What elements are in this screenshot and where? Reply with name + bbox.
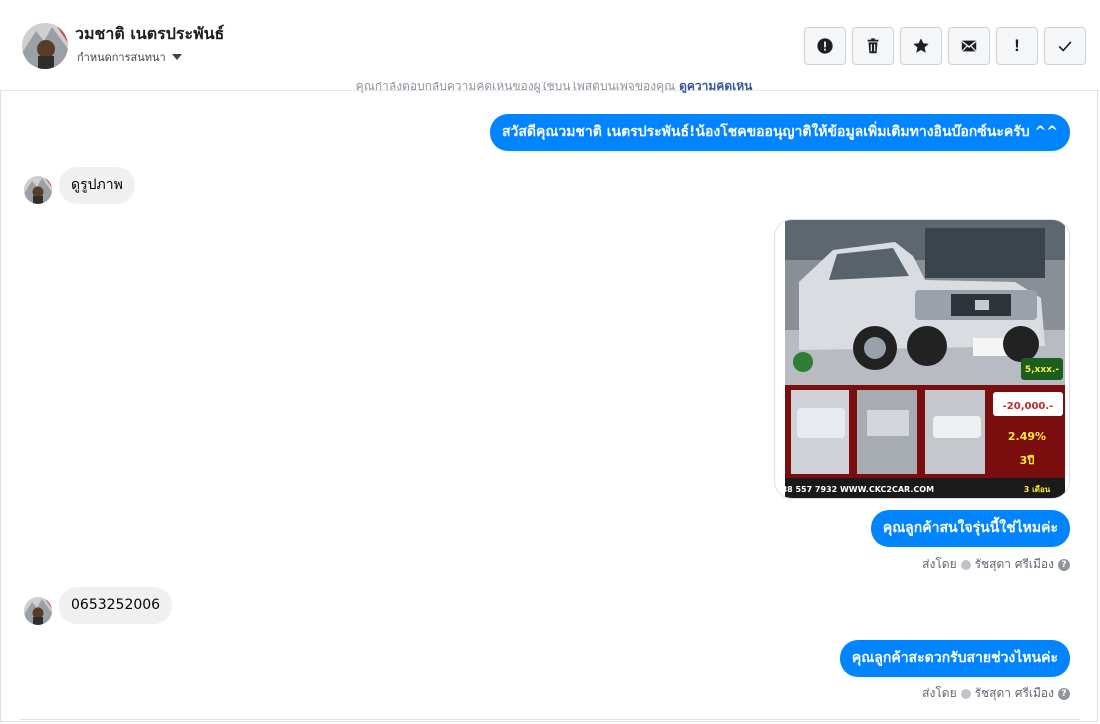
- trash-icon: [867, 38, 879, 54]
- message-bubble-incoming[interactable]: 0653252006: [59, 587, 173, 624]
- comment-reply-notice: คุณกำลังตอบกลับความคิดเห็นของผู้ใช้บนโพส…: [0, 82, 1100, 93]
- sent-by-agent[interactable]: รัชสุดา ศรีเมือง: [975, 684, 1054, 703]
- star-button[interactable]: [900, 27, 942, 65]
- composer-divider: [20, 719, 1080, 720]
- page-check-icon: [960, 688, 971, 699]
- promo-phone-site: 088 557 7932 WWW.CKC2CAR.COM: [776, 485, 934, 494]
- promo-rate: 2.49%: [1008, 430, 1046, 443]
- message-bubble-outgoing[interactable]: คุณลูกค้าสนใจรุ่นนี้ใช่ไหมค่ะ: [870, 510, 1070, 547]
- conversation-header: วมชาติ เนตรประพันธ์ กำหนดการสนทนา !: [0, 0, 1100, 91]
- message-bubble-outgoing[interactable]: คุณลูกค้าสะดวกรับสายช่วงไหนค่ะ: [839, 640, 1070, 677]
- conversation-label-text: กำหนดการสนทนา: [77, 51, 166, 64]
- mark-unread-button[interactable]: [948, 27, 990, 65]
- important-button[interactable]: !: [996, 27, 1038, 65]
- conversation-toolbar: !: [804, 27, 1086, 65]
- contact-avatar-small[interactable]: [24, 176, 52, 204]
- conversation-label-dropdown[interactable]: กำหนดการสนทนา: [77, 48, 182, 66]
- car-promo-image: 5,xxx.- -20,000.- 2.49% 3ปี 088 557 7932…: [775, 220, 1069, 498]
- contact-avatar[interactable]: [22, 23, 68, 69]
- contact-name[interactable]: วมชาติ เนตรประพันธ์: [75, 22, 224, 47]
- message-bubble-incoming[interactable]: ดูรูปภาพ: [59, 167, 135, 204]
- sent-by-agent[interactable]: รัชสุดา ศรีเมือง: [975, 555, 1054, 574]
- caret-down-icon: [171, 54, 182, 60]
- report-spam-button[interactable]: [804, 27, 846, 65]
- promo-installment: 3ปี: [1020, 454, 1035, 467]
- star-icon: [913, 38, 929, 53]
- mark-done-button[interactable]: [1044, 27, 1086, 65]
- promo-free-months: 3 เดือน: [1024, 484, 1051, 494]
- page-check-icon: [960, 559, 971, 570]
- sent-by-prefix: ส่งโดย: [922, 557, 957, 571]
- sent-by-info: ส่งโดย รัชสุดา ศรีเมือง ?: [922, 555, 1070, 574]
- view-comment-link[interactable]: ดูความคิดเห็น: [679, 82, 752, 93]
- image-attachment[interactable]: 5,xxx.- -20,000.- 2.49% 3ปี 088 557 7932…: [774, 219, 1070, 499]
- help-icon[interactable]: ?: [1058, 558, 1070, 571]
- contact-avatar-small[interactable]: [24, 597, 52, 625]
- envelope-icon: [961, 40, 977, 52]
- exclamation-icon: !: [1014, 36, 1020, 55]
- promo-discount: -20,000.-: [1003, 401, 1054, 412]
- alert-circle-icon: [817, 38, 833, 54]
- promo-price: 5,xxx.-: [1025, 365, 1060, 375]
- notice-text: คุณกำลังตอบกลับความคิดเห็นของผู้ใช้บนโพส…: [355, 82, 676, 93]
- message-bubble-outgoing[interactable]: สวัสดีคุณวมชาติ เนตรประพันธ์!น้องโชคขออน…: [489, 114, 1070, 151]
- sent-by-prefix: ส่งโดย: [922, 686, 957, 700]
- delete-button[interactable]: [852, 27, 894, 65]
- check-icon: [1058, 41, 1072, 52]
- sent-by-info: ส่งโดย รัชสุดา ศรีเมือง ?: [922, 684, 1070, 703]
- help-icon[interactable]: ?: [1058, 687, 1070, 700]
